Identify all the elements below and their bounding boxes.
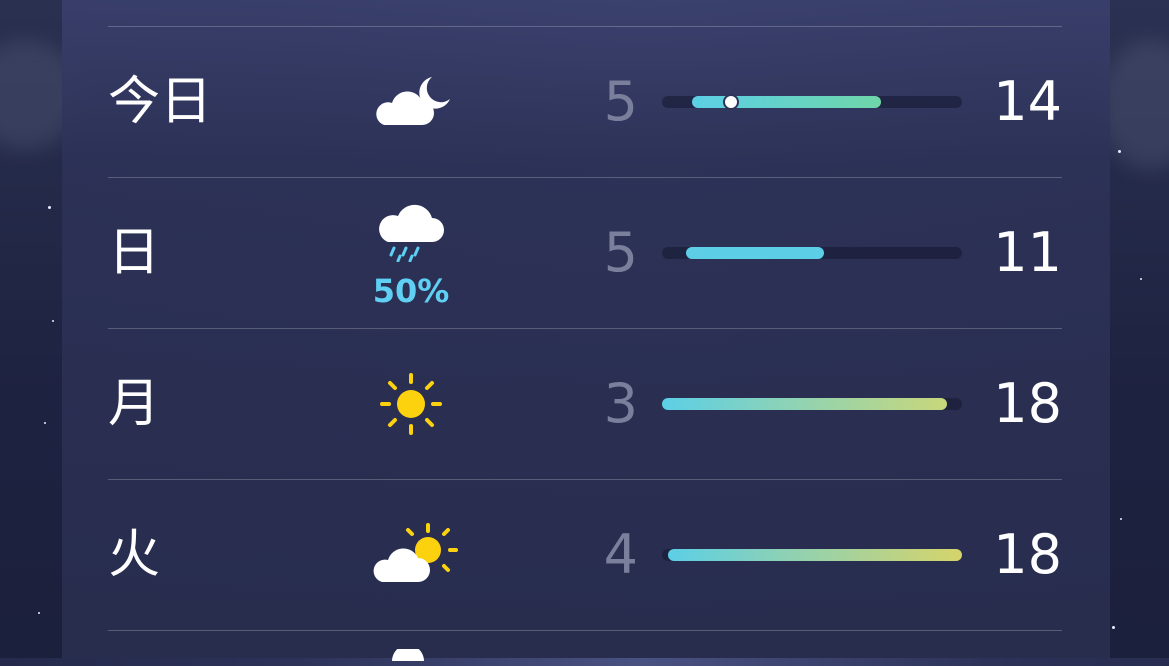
forecast-row[interactable]: 今日 5 14 (62, 27, 1110, 177)
low-temp: 5 (603, 221, 638, 284)
temp-range-track (662, 398, 962, 410)
temp-range-track (662, 94, 962, 110)
high-temp: 18 (993, 372, 1062, 435)
forecast-row[interactable]: 日 50% 5 11 (62, 178, 1110, 328)
day-label: 今日 (108, 72, 213, 132)
low-temp: 5 (603, 70, 638, 133)
partly-cloudy-night-icon (370, 73, 452, 134)
star (38, 612, 40, 614)
day-label: 日 (108, 223, 161, 283)
star (1140, 278, 1142, 280)
star (52, 320, 54, 322)
star (44, 422, 46, 424)
star (48, 206, 51, 209)
forecast-row[interactable]: 月 3 18 (62, 329, 1110, 479)
current-temp-marker (723, 94, 739, 110)
day-label: 月 (108, 374, 161, 434)
high-temp: 11 (993, 221, 1062, 284)
temp-range-bar (686, 247, 824, 259)
sun-icon (378, 371, 444, 442)
temp-range-bar (662, 398, 947, 410)
temp-range-bar (668, 549, 962, 561)
day-label: 火 (108, 525, 161, 585)
low-temp: 3 (603, 372, 638, 435)
temp-range-track (662, 549, 962, 561)
precipitation-chance: 50% (372, 272, 450, 310)
temp-range-track (662, 247, 962, 259)
cloud-icon (388, 645, 428, 666)
star (1112, 626, 1115, 629)
high-temp: 14 (993, 70, 1062, 133)
low-temp: 4 (603, 523, 638, 586)
rain-cloud-icon (376, 198, 448, 267)
daily-forecast-panel[interactable]: 今日 5 14 日 50% 5 11 月 3 18 火 4 18 (62, 0, 1110, 661)
temp-range-bar (692, 96, 881, 108)
star (1118, 150, 1121, 153)
high-temp: 18 (993, 523, 1062, 586)
forecast-row[interactable]: 火 4 18 (62, 480, 1110, 630)
divider (108, 630, 1062, 631)
partly-sunny-icon (368, 520, 460, 591)
star (1120, 518, 1122, 520)
